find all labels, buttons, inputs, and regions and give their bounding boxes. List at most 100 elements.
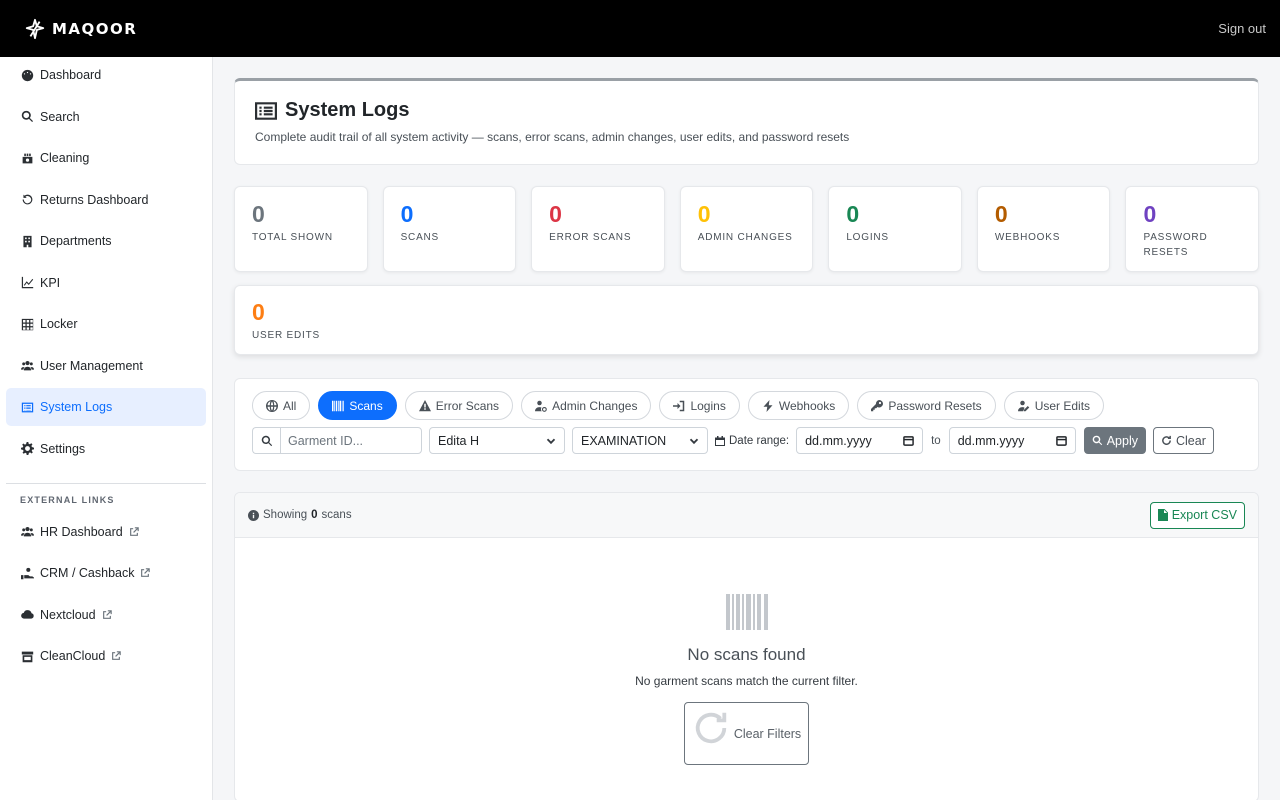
sidebar: Dashboard Search Cleaning Returns Dashbo… [0,57,213,800]
user-gear-icon [535,400,547,412]
results-card: Showing 0 scans Export CSV No scans foun… [234,492,1259,800]
log-type-tabs: All Scans Error Scans Admin Changes Logi… [252,391,1241,420]
tab-logins[interactable]: Logins [659,391,740,420]
sidebar-item-label: Departments [40,234,112,248]
tab-user-edits[interactable]: User Edits [1003,391,1105,420]
sidebar-item-cleancloud[interactable]: CleanCloud [6,637,206,675]
clear-button[interactable]: Clear [1152,427,1214,454]
top-navbar: MAQOOR Sign out [0,0,1280,57]
barcode-icon [332,400,345,411]
refresh-icon [1162,435,1171,445]
sidebar-item-search[interactable]: Search [6,98,206,136]
tab-all[interactable]: All [252,391,311,420]
users-icon [20,525,34,539]
sidebar-item-locker[interactable]: Locker [6,305,206,343]
stat-logins: 0 LOGINS [828,186,962,272]
external-link-icon [140,568,151,578]
tab-error-scans[interactable]: Error Scans [404,391,514,420]
stat-value: 0 [400,201,414,227]
stage-select[interactable]: EXAMINATION [572,427,708,454]
calendar-icon [903,436,914,446]
tab-label: Password Resets [888,398,982,413]
search-icon [20,110,34,124]
sidebar-item-crm-cashback[interactable]: CRM / Cashback [6,554,206,592]
bolt-icon [763,399,773,412]
stat-admin-changes: 0 ADMIN CHANGES [679,186,814,272]
external-link-icon [102,609,112,620]
date-range-label: Date range: [715,435,789,447]
sidebar-item-label: KPI [40,275,61,290]
tab-label: Logins [690,398,726,413]
apply-label: Apply [1106,433,1138,448]
tab-scans[interactable]: Scans [318,391,397,420]
stat-label: LOGINS [846,232,889,243]
brand[interactable]: MAQOOR [24,18,137,40]
sidebar-item-label: Search [40,109,80,124]
tab-label: Admin Changes [552,398,638,413]
showing-prefix: Showing [263,509,308,521]
search-icon [252,427,280,454]
chevron-down-icon [689,438,699,444]
sign-out-link[interactable]: Sign out [1218,21,1266,36]
stat-label: USER EDITS [252,330,321,341]
date-from-input[interactable]: dd.mm.yyyy [796,427,924,454]
stat-scans: 0 SCANS [382,186,517,272]
tab-label: Scans [349,398,383,413]
stat-webhooks: 0 WEBHOOKS [976,186,1111,272]
showing-suffix: scans [321,509,352,521]
tab-admin-changes[interactable]: Admin Changes [521,391,652,420]
globe-icon [266,399,278,412]
stats-row: 0 TOTAL SHOWN 0 SCANS 0 ERROR SCANS 0 AD… [234,186,1260,272]
tab-webhooks[interactable]: Webhooks [747,391,850,420]
sidebar-item-nextcloud[interactable]: Nextcloud [6,596,206,634]
store-icon [20,649,34,663]
calendar-icon [715,435,725,446]
warning-icon [418,399,431,411]
clear-filters-button[interactable]: Clear Filters [684,702,809,765]
user-pen-icon [1017,400,1029,411]
sidebar-item-returns-dashboard[interactable]: Returns Dashboard [6,181,206,219]
sidebar-item-hr-dashboard[interactable]: HR Dashboard [6,513,206,551]
page-title: System Logs [255,99,1238,122]
sidebar-item-system-logs[interactable]: System Logs [6,388,206,426]
hand-coin-icon [20,566,34,580]
cloud-icon [20,608,34,622]
sidebar-item-departments[interactable]: Departments [6,222,206,260]
garment-id-input[interactable] [280,427,422,454]
users-icon [20,359,34,373]
sidebar-item-user-management[interactable]: User Management [6,347,206,385]
apply-button[interactable]: Apply [1083,427,1146,454]
brand-logo-icon [25,18,45,39]
user-select-value: Edita H [438,433,479,448]
grid-icon [20,317,34,331]
stat-value: 0 [252,201,265,227]
stat-label: PASSWORD RESETS [1143,232,1208,258]
chevron-down-icon [546,438,556,444]
building-icon [20,234,34,248]
date-to-input[interactable]: dd.mm.yyyy [948,427,1076,454]
stat-label: ERROR SCANS [549,232,632,243]
stat-value: 0 [697,201,711,227]
line-chart-icon [20,276,34,290]
results-header: Showing 0 scans Export CSV [235,493,1258,538]
sidebar-item-kpi[interactable]: KPI [6,264,206,302]
sidebar-item-cleaning[interactable]: Cleaning [6,139,206,177]
page-subtitle: Complete audit trail of all system activ… [255,130,850,144]
sidebar-item-label: HR Dashboard [40,524,123,539]
stat-value: 0 [846,201,860,227]
stage-select-value: EXAMINATION [581,433,667,448]
tab-password-resets[interactable]: Password Resets [857,391,996,420]
sidebar-item-label: CRM / Cashback [40,566,135,580]
filter-controls: Edita H EXAMINATION Date range: dd.mm.yy… [252,427,1241,454]
page-header-card: System Logs Complete audit trail of all … [234,78,1259,165]
stat-value: 0 [1143,201,1157,227]
sidebar-divider [6,482,206,484]
barcode-icon [725,594,768,630]
sidebar-item-label: Nextcloud [40,607,96,622]
external-links-heading: EXTERNAL LINKS [20,494,115,505]
user-select[interactable]: Edita H [429,427,565,454]
export-csv-button[interactable]: Export CSV [1149,501,1245,529]
sidebar-item-dashboard[interactable]: Dashboard [6,56,206,94]
sidebar-item-settings[interactable]: Settings [6,430,206,468]
external-link-icon [129,526,139,537]
